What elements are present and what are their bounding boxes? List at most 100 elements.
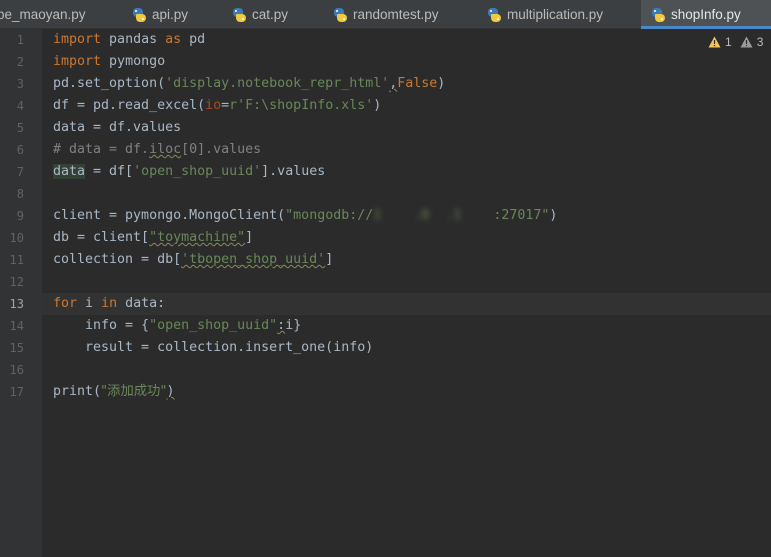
python-file-icon: [487, 7, 501, 22]
code-text: print(: [53, 384, 102, 399]
code-text: = df[: [85, 164, 134, 179]
line-number: 17: [9, 385, 24, 399]
tab-cat[interactable]: cat.py: [232, 0, 288, 29]
line-number: 16: [9, 363, 24, 377]
code-text: i}: [285, 318, 302, 333]
string-literal: 'open_shop_uuid': [133, 164, 262, 179]
keyword: False: [397, 76, 438, 91]
tab-label: randomtest.py: [353, 7, 439, 22]
code-text: df = pd.read_excel(: [53, 98, 206, 113]
weak-warning-count: 3: [756, 35, 764, 49]
keyword: for: [53, 296, 78, 311]
comment: iloc: [149, 142, 182, 157]
code-text: =: [221, 98, 230, 113]
redacted-host: 1 .0 .1: [373, 208, 494, 223]
string-literal: 'tbopen_shop_uuid': [181, 252, 326, 267]
code-text: i: [77, 296, 102, 311]
line-number: 6: [16, 143, 24, 157]
code-line-3[interactable]: pd.set_option('display.notebook_repr_htm…: [53, 73, 445, 95]
line-number: 11: [9, 253, 24, 267]
code-text: ].values: [261, 164, 326, 179]
string-literal: 'display.notebook_repr_html': [165, 76, 390, 91]
code-text: db = client[: [53, 230, 150, 245]
line-number-gutter[interactable]: 1 2 3 4 5 6 7 8 9 10 11 12 13 14 15 16 1…: [0, 29, 42, 557]
code-text: pd.set_option(: [53, 76, 166, 91]
code-text: ): [549, 208, 558, 223]
tab-label: multiplication.py: [507, 7, 604, 22]
string-literal: r'F:\shopInfo.xls': [229, 98, 374, 113]
named-parameter: io: [205, 98, 222, 113]
python-file-icon: [333, 7, 347, 22]
code-line-4[interactable]: df = pd.read_excel(io=r'F:\shopInfo.xls'…: [53, 95, 381, 117]
line-number: 10: [9, 231, 24, 245]
code-text: :: [277, 318, 286, 333]
code-line-17[interactable]: print("添加成功"): [53, 381, 174, 403]
code-text: ]: [325, 252, 334, 267]
keyword: in: [101, 296, 118, 311]
python-file-icon: [232, 7, 246, 22]
code-text: ]: [245, 230, 254, 245]
tab-label: pe_maoyan.py: [0, 7, 86, 22]
python-file-icon: [132, 7, 146, 22]
code-text: client = pymongo.MongoClient(: [53, 208, 286, 223]
line-number-current: 13: [9, 297, 24, 311]
line-number: 3: [16, 77, 24, 91]
line-number: 15: [9, 341, 24, 355]
highlighted-variable: data: [53, 164, 86, 179]
line-number: 14: [9, 319, 24, 333]
keyword: as: [165, 32, 182, 47]
code-editor[interactable]: import pandas as pd import pymongo pd.se…: [42, 29, 771, 557]
tab-label: shopInfo.py: [671, 7, 741, 22]
code-line-13[interactable]: for i in data:: [53, 293, 165, 315]
code-text: result = collection.insert_one(info): [53, 340, 374, 355]
code-text: info = {: [53, 318, 150, 333]
code-text: data = df.values: [53, 120, 182, 135]
line-number: 9: [16, 209, 24, 223]
code-line-11[interactable]: collection = db['tbopen_shop_uuid']: [53, 249, 333, 271]
string-literal: "toymachine": [149, 230, 246, 245]
code-text: collection = db[: [53, 252, 182, 267]
string-literal: :27017": [493, 208, 550, 223]
string-literal: "添加成功": [101, 384, 167, 399]
line-number: 8: [16, 187, 24, 201]
tab-randomtest[interactable]: randomtest.py: [333, 0, 439, 29]
code-line-5[interactable]: data = df.values: [53, 117, 181, 139]
code-text: ): [166, 384, 175, 399]
keyword: import: [53, 32, 102, 47]
python-file-icon: [651, 7, 665, 22]
warning-count: 1: [725, 35, 732, 49]
line-number: 7: [16, 165, 24, 179]
code-line-9[interactable]: client = pymongo.MongoClient("mongodb://…: [53, 205, 557, 227]
editor-tab-bar: pe_maoyan.py api.py cat.py randomtest.py…: [0, 0, 771, 29]
tab-pe-maoyan[interactable]: pe_maoyan.py: [0, 0, 86, 29]
line-number: 2: [16, 55, 24, 69]
inspection-widget[interactable]: 1 3: [708, 34, 763, 50]
line-number: 12: [9, 275, 24, 289]
code-text: ): [373, 98, 382, 113]
comment: # data = df.: [53, 142, 150, 157]
comment: [0].values: [181, 142, 262, 157]
code-line-1[interactable]: import pandas as pd: [53, 29, 205, 51]
warning-icon: [708, 36, 721, 48]
code-text: pymongo: [101, 54, 166, 69]
code-text: pandas: [101, 32, 166, 47]
code-text: data:: [117, 296, 166, 311]
code-line-2[interactable]: import pymongo: [53, 51, 165, 73]
string-literal: "mongodb://: [285, 208, 374, 223]
code-line-7[interactable]: data = df['open_shop_uuid'].values: [53, 161, 325, 183]
tab-shopinfo[interactable]: shopInfo.py: [641, 0, 771, 29]
code-text: pd: [181, 32, 206, 47]
string-literal: "open_shop_uuid": [149, 318, 278, 333]
tab-multiplication[interactable]: multiplication.py: [487, 0, 603, 29]
keyword: import: [53, 54, 102, 69]
tab-api[interactable]: api.py: [132, 0, 188, 29]
weak-warning-icon: [740, 36, 753, 48]
code-line-15[interactable]: result = collection.insert_one(info): [53, 337, 373, 359]
code-text: ): [437, 76, 446, 91]
code-line-10[interactable]: db = client["toymachine"]: [53, 227, 253, 249]
line-number: 5: [16, 121, 24, 135]
code-line-14[interactable]: info = {"open_shop_uuid":i}: [53, 315, 301, 337]
line-number: 1: [16, 33, 24, 47]
code-line-6[interactable]: # data = df.iloc[0].values: [53, 139, 261, 161]
tab-label: cat.py: [252, 7, 289, 22]
